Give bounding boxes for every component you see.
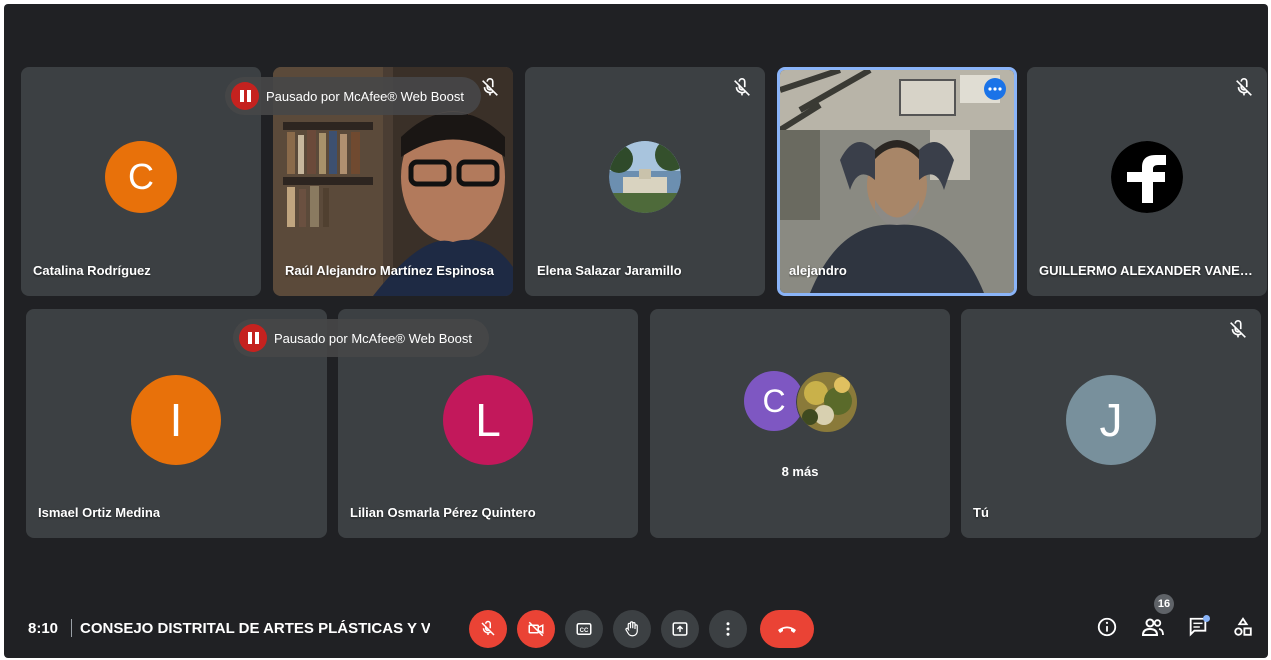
more-participants-tile[interactable]: C 8 más	[650, 309, 950, 538]
more-count-label: 8 más	[781, 464, 819, 479]
avatar: C	[744, 371, 804, 431]
camera-toggle-button[interactable]	[517, 610, 555, 648]
present-button[interactable]	[661, 610, 699, 648]
participant-name: Ismael Ortiz Medina	[38, 505, 161, 520]
mic-toggle-button[interactable]	[469, 610, 507, 648]
bottom-bar: 8:10 CONSEJO DISTRITAL DE ARTES PLÁSTICA…	[4, 582, 1268, 658]
participant-name: Lilian Osmarla Pérez Quintero	[350, 505, 536, 520]
svg-text:CC: CC	[580, 628, 589, 634]
pause-label: Pausado por McAfee® Web Boost	[274, 330, 472, 346]
mic-off-icon	[482, 78, 498, 96]
participant-tile[interactable]: GUILLERMO ALEXANDER VANEG...	[1027, 67, 1267, 296]
avatar	[796, 371, 858, 433]
participant-tile[interactable]: Elena Salazar Jaramillo	[525, 67, 765, 296]
raise-hand-button[interactable]	[613, 610, 651, 648]
more-options-icon	[726, 622, 730, 636]
captions-button[interactable]: CC	[565, 610, 603, 648]
notification-dot	[1203, 615, 1210, 622]
chat-button[interactable]	[1183, 612, 1213, 642]
activities-button[interactable]	[1228, 612, 1258, 642]
camera-off-icon	[528, 621, 544, 637]
avatar: J	[1066, 375, 1156, 465]
pause-label: Pausado por McAfee® Web Boost	[266, 88, 464, 104]
meeting-title: CONSEJO DISTRITAL DE ARTES PLÁSTICAS Y V…	[80, 620, 430, 637]
mcafee-pause-overlay[interactable]: Pausado por McAfee® Web Boost	[233, 319, 489, 357]
mic-off-icon	[734, 78, 750, 96]
meet-window: C Catalina Rodríguez Raúl Alejandro Mart…	[4, 4, 1268, 658]
present-icon	[672, 622, 688, 636]
more-options-button[interactable]	[709, 610, 747, 648]
mcafee-pause-overlay[interactable]: Pausado por McAfee® Web Boost	[225, 77, 481, 115]
video-feed	[780, 70, 1014, 293]
avatar	[609, 141, 681, 213]
participant-name: Raúl Alejandro Martínez Espinosa	[285, 263, 495, 278]
participants-count-badge: 16	[1154, 594, 1174, 614]
self-tile[interactable]: J Tú	[961, 309, 1261, 538]
people-icon	[1141, 618, 1164, 636]
avatar: L	[443, 375, 533, 465]
participants-button[interactable]	[1138, 612, 1168, 642]
pause-icon[interactable]	[231, 82, 259, 110]
divider	[71, 619, 72, 637]
hang-up-icon	[778, 626, 796, 633]
participant-name: alejandro	[789, 263, 847, 278]
participant-name: Tú	[973, 505, 989, 520]
raise-hand-icon	[625, 621, 638, 637]
avatar	[1111, 141, 1183, 213]
more-options-icon[interactable]	[984, 78, 1006, 100]
info-icon	[1097, 617, 1117, 637]
mic-off-icon	[481, 620, 495, 636]
participant-name: GUILLERMO ALEXANDER VANEG...	[1039, 263, 1259, 278]
avatar: I	[131, 375, 221, 465]
captions-icon: CC	[576, 623, 592, 635]
participant-name: Catalina Rodríguez	[33, 263, 151, 278]
meeting-info-button[interactable]	[1092, 612, 1122, 642]
pause-icon[interactable]	[239, 324, 267, 352]
participant-tile-active[interactable]: alejandro	[777, 67, 1017, 296]
leave-call-button[interactable]	[760, 610, 814, 648]
avatar: C	[105, 141, 177, 213]
participant-name: Elena Salazar Jaramillo	[537, 263, 682, 278]
meeting-time: 8:10	[28, 620, 59, 637]
activities-icon	[1234, 617, 1252, 636]
mic-off-icon	[1230, 320, 1246, 338]
mic-off-icon	[1236, 78, 1252, 96]
